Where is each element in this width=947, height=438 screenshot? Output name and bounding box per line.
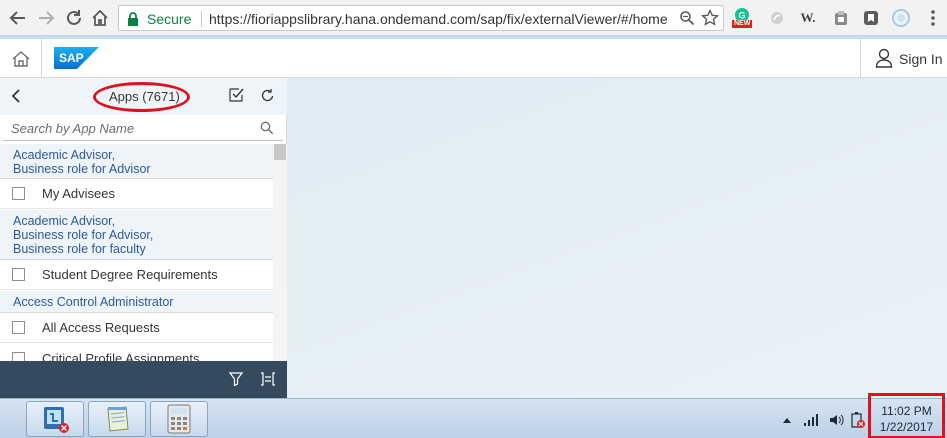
search-icon[interactable]: [260, 121, 274, 135]
app-name: All Access Requests: [42, 320, 160, 335]
remote-desktop-icon: [44, 407, 69, 433]
clock-date: 1/22/2017: [879, 420, 934, 434]
svg-text:G: G: [738, 11, 745, 21]
windows-taskbar: 11:02 PM 1/22/2017: [0, 393, 947, 438]
sign-in-button[interactable]: Sign In: [860, 39, 947, 78]
extension-swirl-icon: [771, 12, 783, 24]
group-header[interactable]: Access Control Administrator: [0, 291, 273, 313]
main-content-area: [287, 78, 947, 398]
house-icon: [92, 9, 108, 26]
extension-w-button[interactable]: W.: [797, 7, 819, 29]
browser-menu-button[interactable]: [922, 7, 944, 29]
app-name: Student Degree Requirements: [42, 267, 218, 282]
browser-toolbar: Secure https://fioriappslibrary.hana.ond…: [0, 0, 947, 36]
group-role-line: Access Control Administrator: [13, 295, 174, 309]
extension-wifi-button[interactable]: [890, 7, 912, 29]
group-by-icon[interactable]: [260, 372, 276, 386]
reload-icon: [67, 10, 81, 25]
app-name: Critical Profile Assignments: [42, 351, 200, 361]
group-role-line: Business role for faculty: [13, 242, 146, 256]
list-scrollbar[interactable]: [273, 144, 287, 361]
apps-list: Academic Advisor, Business role for Advi…: [0, 144, 273, 361]
apps-panel: Apps (7671) Academic Advisor, Business r…: [0, 78, 287, 398]
url-text[interactable]: https://fioriappslibrary.hana.ondemand.c…: [209, 11, 669, 27]
notepad-icon: [107, 406, 129, 432]
sap-shell-bar: SAP Sign In: [0, 36, 947, 78]
group-role-line: Business role for Advisor,: [13, 228, 154, 242]
apps-panel-footer: [0, 361, 287, 398]
app-search-field[interactable]: [3, 117, 283, 141]
taskbar-app-calculator[interactable]: [150, 401, 208, 437]
item-checkbox[interactable]: [12, 268, 25, 281]
omnibox-divider: [201, 11, 202, 27]
extension-dark-button[interactable]: [860, 7, 882, 29]
group-role-line: Academic Advisor,: [13, 148, 116, 162]
shell-home-button[interactable]: [0, 39, 42, 78]
group-header[interactable]: Academic Advisor, Business role for Advi…: [0, 144, 273, 179]
refresh-icon[interactable]: [260, 88, 275, 103]
scroll-thumb[interactable]: [274, 144, 286, 160]
sign-in-label: Sign In: [899, 51, 943, 67]
taskbar-app-remote[interactable]: [26, 401, 84, 437]
battery-icon[interactable]: [850, 411, 866, 429]
list-item[interactable]: All Access Requests: [0, 313, 273, 343]
annotation-ellipse: [93, 82, 190, 112]
list-item[interactable]: Student Degree Requirements: [0, 260, 273, 290]
arrow-left-icon: [9, 11, 25, 25]
bookmark-star-icon[interactable]: [701, 9, 719, 27]
chevron-left-icon[interactable]: [9, 88, 23, 104]
item-checkbox[interactable]: [12, 321, 25, 334]
extension-w-label: W.: [800, 10, 816, 25]
multi-select-icon[interactable]: [228, 87, 244, 103]
extension-new-button[interactable]: G NEW: [731, 7, 753, 29]
secure-label: Secure: [147, 11, 192, 27]
circle-logo-icon: [892, 9, 910, 27]
list-item[interactable]: Critical Profile Assignments: [0, 344, 273, 361]
sap-logo[interactable]: SAP: [54, 47, 99, 69]
screenshot: Secure https://fioriappslibrary.hana.ond…: [0, 0, 947, 438]
forward-button[interactable]: [34, 6, 58, 30]
app-search-input[interactable]: [3, 117, 253, 140]
home-button[interactable]: [88, 6, 112, 30]
zoom-icon[interactable]: [679, 10, 695, 26]
group-role-line: Business role for Advisor: [13, 162, 151, 176]
group-header[interactable]: Academic Advisor, Business role for Advi…: [0, 210, 273, 260]
extension-grey-button[interactable]: [766, 7, 788, 29]
taskbar-app-notepad[interactable]: [88, 401, 146, 437]
user-icon: [875, 48, 893, 68]
list-item[interactable]: My Advisees: [0, 179, 273, 209]
item-checkbox[interactable]: [12, 352, 25, 361]
sap-logo-text: SAP: [59, 51, 84, 65]
reload-button[interactable]: [62, 6, 86, 30]
clipboard-icon: [835, 11, 847, 25]
calculator-icon: [167, 404, 191, 434]
app-name: My Advisees: [42, 186, 115, 201]
tray-expand-icon[interactable]: [782, 416, 792, 424]
kebab-menu-icon: [931, 10, 935, 26]
item-checkbox[interactable]: [12, 187, 25, 200]
clock-time: 11:02 PM: [881, 404, 932, 418]
arrow-right-icon: [39, 11, 55, 25]
filter-icon[interactable]: [229, 372, 243, 386]
extension-new-badge: NEW: [734, 20, 751, 27]
address-bar[interactable]: Secure https://fioriappslibrary.hana.ond…: [118, 5, 724, 31]
bookmark-square-icon: [864, 11, 878, 25]
group-role-line: Academic Advisor,: [13, 214, 116, 228]
back-button[interactable]: [6, 6, 30, 30]
extension-clip-button[interactable]: [830, 7, 852, 29]
home-icon: [12, 50, 29, 67]
system-clock[interactable]: 11:02 PM 1/22/2017: [868, 393, 945, 438]
network-signal-icon[interactable]: [803, 413, 819, 427]
lock-icon: [128, 12, 138, 26]
volume-icon[interactable]: [828, 412, 844, 428]
apps-panel-header: Apps (7671): [0, 78, 287, 115]
